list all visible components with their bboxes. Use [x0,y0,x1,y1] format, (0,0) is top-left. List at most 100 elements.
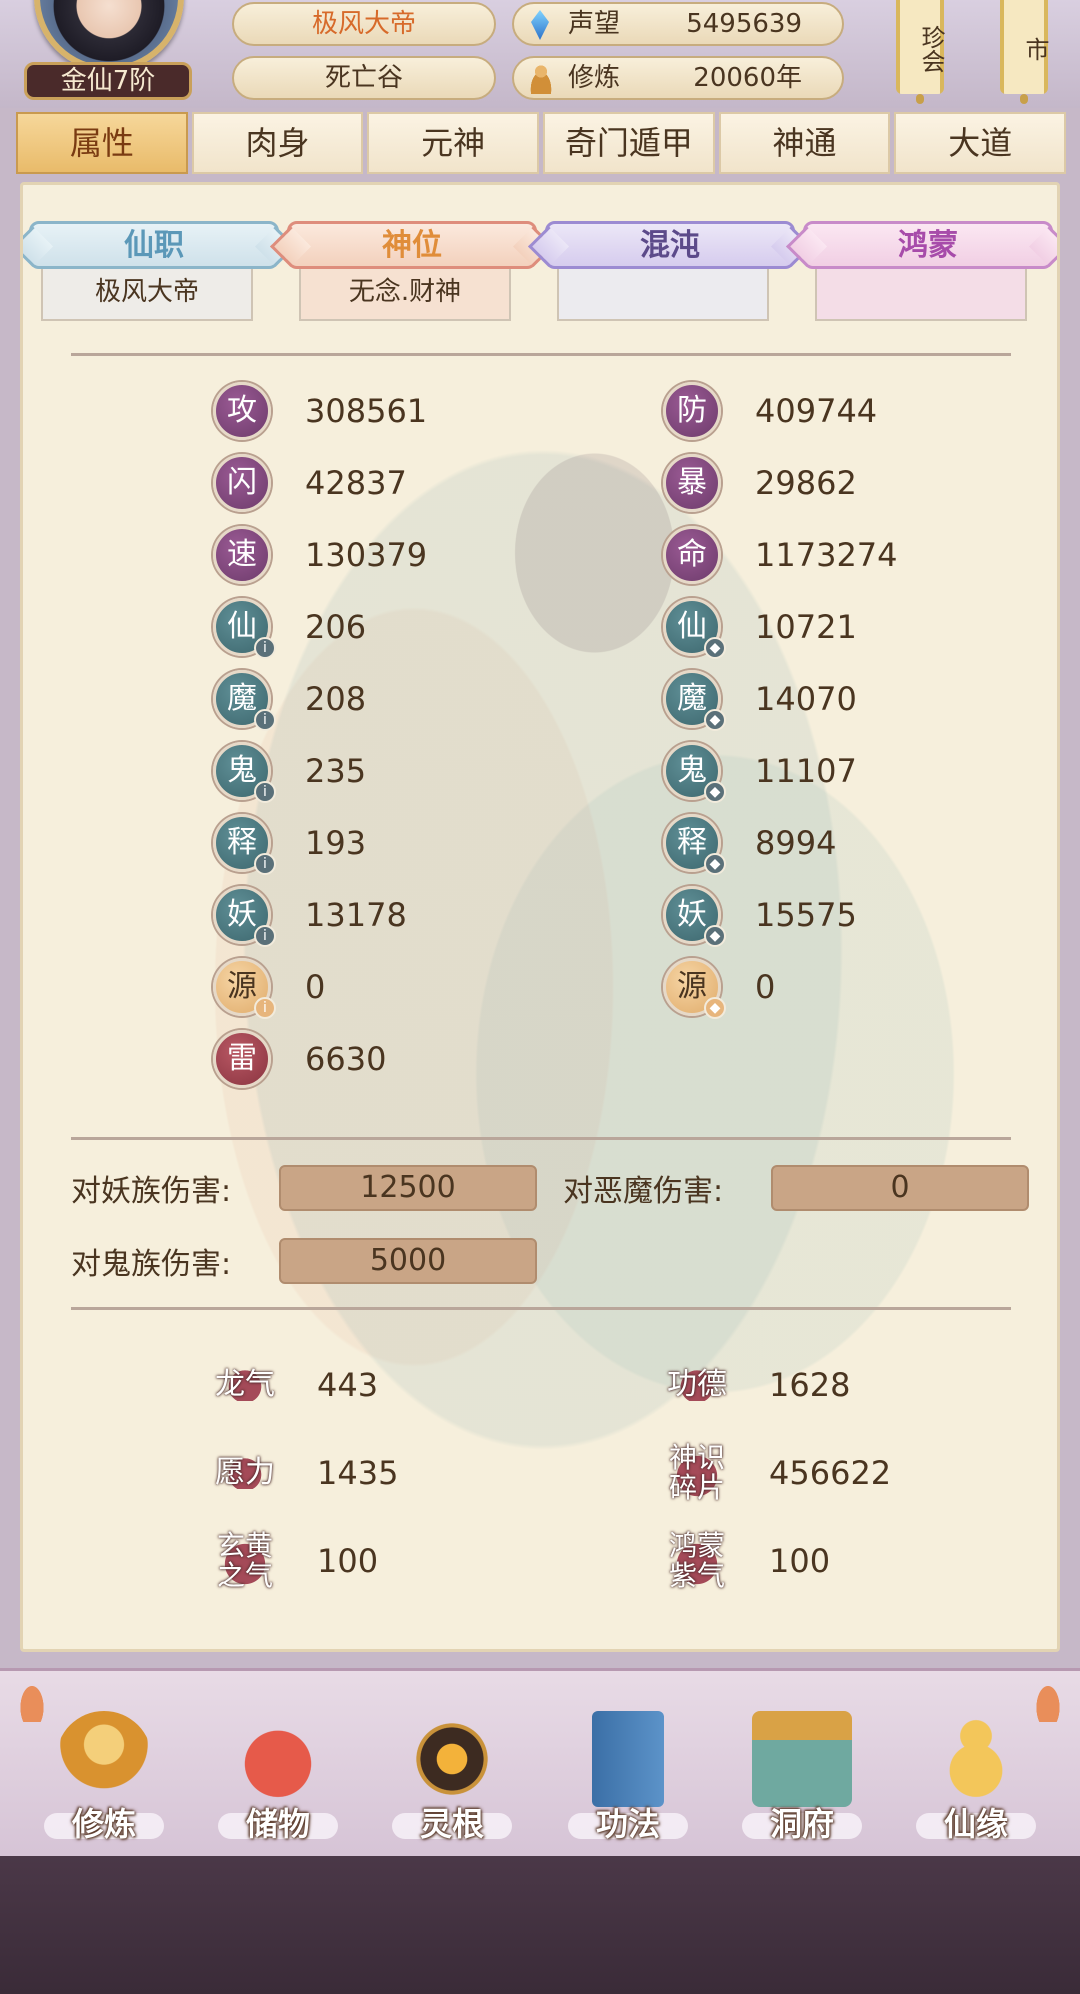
stat-badge[interactable]: 仙i [213,598,276,659]
stat-row: 命 1173274 [663,525,898,585]
shield-marker-icon: ◆ [704,925,726,947]
tab-spirit[interactable]: 元神 [367,112,540,174]
pavilion-icon [752,1711,852,1807]
stat-badge[interactable]: 速 [213,526,271,584]
stat-row: 闪 42837 [213,453,407,513]
tab-body[interactable]: 肉身 [191,112,364,174]
stat-row: 仙 ◆ 10721 [663,597,857,659]
stat-badge[interactable]: 源i [213,958,276,1019]
stat-badge[interactable]: 释 ◆ [663,814,726,875]
stat-row: 源i 0 [213,957,326,1019]
nav-cultivate[interactable]: 修炼 [44,1711,164,1851]
bottom-navigation: 修炼 储物 灵根 功法 洞府 仙缘 [0,1668,1080,1856]
resource-dragon-qi: 龙气 443 [211,1350,378,1420]
stat-value: 1173274 [755,536,898,574]
stat-badge[interactable]: 防 [663,382,721,440]
nav-immortal-fate[interactable]: 仙缘 [916,1711,1036,1851]
shield-marker-icon: ◆ [704,637,726,659]
tab-qimen-dunjia[interactable]: 奇门遁甲 [543,112,715,174]
stat-badge[interactable]: 妖i [213,886,276,947]
rank-ribbon-hongmeng: 鸿蒙 [803,221,1053,269]
stat-value: 409744 [755,392,878,430]
damage-vs-devil-label: 对恶魔伤害: [563,1174,724,1209]
stat-badge[interactable]: 暴 [663,454,721,512]
attack-marker-icon: i [254,853,276,875]
stat-badge[interactable]: 攻 [213,382,271,440]
rank-value-immortal-office: 极风大帝 [41,269,253,321]
treasure-auction-scroll[interactable]: 珍会 [896,0,945,104]
damage-vs-demon-race-label: 对妖族伤害: [71,1174,232,1209]
stat-badge[interactable]: 闪 [213,454,271,512]
stat-value: 193 [305,824,367,862]
shield-marker-icon: ◆ [704,997,726,1019]
gourd-icon [928,1711,1024,1807]
stat-row: 仙 i 206 [213,597,367,659]
stat-row: 妖 i 13178 [213,885,407,947]
divider [71,1307,1011,1310]
resource-value: 1435 [317,1454,399,1492]
attribute-tabs: 属性 肉身 元神 奇门遁甲 神通 大道 [16,112,1067,176]
meditating-figure-icon [56,1711,152,1807]
tab-attributes[interactable]: 属性 [16,112,188,174]
stat-badge[interactable]: 命 [663,526,721,584]
resource-xuanhuang-qi: 玄黄之气 100 [211,1526,378,1596]
reputation-pill: 声望 5495639 [512,2,844,46]
stat-badge[interactable]: 妖 ◆ [663,886,726,947]
damage-vs-ghost-race-value: 5000 [279,1238,537,1284]
stat-row: 鬼 i 235 [213,741,366,803]
resource-label: 鸿蒙紫气 [663,1531,731,1591]
market-scroll[interactable]: 市 [1000,0,1049,104]
attack-marker-icon: i [254,781,276,803]
resource-label: 龙气 [211,1369,279,1401]
stat-row: 鬼 ◆ 11107 [663,741,857,803]
lantern-icon [14,1674,50,1722]
stat-badge[interactable]: 释i [213,814,276,875]
resource-merit: 功德 1628 [663,1350,850,1420]
resource-hongmeng-purple-qi: 鸿蒙紫气 100 [663,1526,830,1596]
resource-wish-power: 愿力 1435 [211,1438,398,1508]
resource-value: 100 [317,1542,379,1580]
spirit-root-emblem-icon [404,1711,500,1807]
nav-techniques[interactable]: 功法 [568,1711,688,1851]
stat-badge[interactable]: 魔 ◆ [663,670,726,731]
stat-row: 魔 ◆ 14070 [663,669,857,731]
stat-row: 释 ◆ 8994 [663,813,836,875]
stat-value: 29862 [755,464,857,502]
shield-marker-icon: ◆ [704,709,726,731]
location-label[interactable]: 死亡谷 [232,56,496,100]
resource-divine-sense-fragments: 神识碎片 456622 [663,1438,891,1508]
stat-row: 释 i 193 [213,813,367,875]
resource-label: 玄黄之气 [211,1531,279,1591]
attack-marker-icon: i [254,925,276,947]
stat-badge[interactable]: 仙 ◆ [663,598,726,659]
resource-label: 功德 [663,1369,731,1401]
stat-badge[interactable]: 雷 [213,1030,271,1088]
resource-value: 100 [769,1542,831,1580]
stat-value: 13178 [305,896,407,934]
stat-value: 0 [305,968,326,1006]
tab-divine-arts[interactable]: 神通 [718,112,891,174]
rank-badge: 金仙7阶 [24,62,192,100]
nav-label: 修炼 [71,1805,136,1843]
stat-badge[interactable]: 鬼i [213,742,276,803]
nav-spirit-root[interactable]: 灵根 [392,1711,512,1851]
stat-badge[interactable]: 源 ◆ [663,958,726,1019]
rank-ribbon-chaos: 混沌 [545,221,795,269]
tab-dao[interactable]: 大道 [894,112,1067,174]
stat-value: 6630 [305,1040,387,1078]
stat-row: 魔 i 208 [213,669,367,731]
top-header: 金仙7阶 极风大帝 死亡谷 声望 5495639 修炼 20060年 珍会 市 [0,0,1080,108]
stat-value: 206 [305,608,367,646]
stat-badge[interactable]: 鬼 ◆ [663,742,726,803]
nav-storage[interactable]: 储物 [218,1711,338,1851]
stat-value: 308561 [305,392,428,430]
player-name: 极风大帝 [232,2,496,46]
stat-value: 14070 [755,680,857,718]
nav-cave-dwelling[interactable]: 洞府 [742,1711,862,1851]
attack-marker-icon: i [254,997,276,1019]
nav-label: 储物 [245,1805,310,1843]
book-icon [592,1711,664,1807]
stat-value: 11107 [755,752,857,790]
stat-badge[interactable]: 魔i [213,670,276,731]
stat-value: 208 [305,680,367,718]
